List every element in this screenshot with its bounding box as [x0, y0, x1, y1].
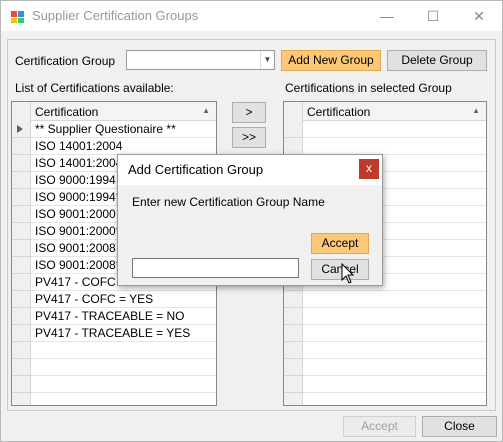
grid-header: Certification ▲: [284, 102, 486, 121]
table-row[interactable]: [31, 393, 216, 405]
table-row[interactable]: [303, 291, 486, 308]
row-header[interactable]: [284, 325, 303, 342]
row-header[interactable]: [12, 206, 31, 223]
table-row[interactable]: PV417 - TRACEABLE = NO: [31, 308, 216, 325]
dialog-cancel-button[interactable]: Cancel: [311, 259, 369, 280]
mouse-pointer-icon: [341, 263, 355, 284]
row-header[interactable]: [284, 121, 303, 138]
table-row[interactable]: [303, 342, 486, 359]
group-name-input[interactable]: [132, 258, 299, 278]
row-header[interactable]: [12, 376, 31, 393]
close-button[interactable]: Close: [422, 416, 497, 437]
column-header-certification[interactable]: Certification: [307, 105, 370, 119]
row-header[interactable]: [12, 359, 31, 376]
accept-button[interactable]: Accept: [343, 416, 416, 437]
app-icon: [11, 11, 24, 23]
row-header[interactable]: [12, 308, 31, 325]
minimize-button[interactable]: —: [364, 1, 410, 31]
row-header[interactable]: [12, 274, 31, 291]
dialog-prompt: Enter new Certification Group Name: [132, 195, 325, 209]
table-row[interactable]: ** Supplier Questionaire **: [31, 121, 216, 138]
window-title: Supplier Certification Groups: [32, 8, 199, 23]
maximize-button[interactable]: ☐: [410, 1, 456, 31]
dialog-close-button[interactable]: x: [359, 159, 379, 179]
table-row[interactable]: [303, 121, 486, 138]
sort-up-icon: ▲: [202, 106, 210, 115]
dialog-accept-button[interactable]: Accept: [311, 233, 369, 254]
table-row[interactable]: [303, 359, 486, 376]
certification-group-combo[interactable]: ▼: [126, 50, 275, 70]
row-header[interactable]: [12, 325, 31, 342]
table-row[interactable]: [31, 376, 216, 393]
window-close-button[interactable]: ✕: [456, 1, 502, 31]
row-header[interactable]: [284, 308, 303, 325]
dialog-title: Add Certification Group: [128, 162, 264, 177]
row-header[interactable]: [12, 240, 31, 257]
table-row[interactable]: [303, 376, 486, 393]
add-new-group-button[interactable]: Add New Group: [281, 50, 381, 71]
current-row-arrow-icon: [17, 125, 23, 133]
chevron-down-icon[interactable]: ▼: [260, 51, 274, 69]
row-header[interactable]: [284, 393, 303, 405]
row-header[interactable]: [12, 155, 31, 172]
row-header[interactable]: [12, 393, 31, 405]
title-bar: Supplier Certification Groups — ☐ ✕: [1, 1, 502, 31]
column-header-certification[interactable]: Certification: [35, 105, 98, 119]
main-window: Supplier Certification Groups — ☐ ✕ Cert…: [0, 0, 503, 442]
table-row[interactable]: ISO 14001:2004: [31, 138, 216, 155]
row-header[interactable]: [284, 342, 303, 359]
grid-corner: [12, 102, 31, 121]
row-header[interactable]: [12, 189, 31, 206]
row-header[interactable]: [12, 257, 31, 274]
row-header[interactable]: [284, 138, 303, 155]
row-header[interactable]: [12, 138, 31, 155]
row-header[interactable]: [12, 223, 31, 240]
row-header[interactable]: [12, 291, 31, 308]
move-all-button[interactable]: >>: [232, 127, 266, 148]
row-header[interactable]: [284, 376, 303, 393]
grid-header: Certification ▲: [12, 102, 216, 121]
row-header[interactable]: [12, 172, 31, 189]
table-row[interactable]: PV417 - COFC = YES: [31, 291, 216, 308]
certification-group-label: Certification Group: [15, 54, 116, 68]
sort-up-icon: ▲: [472, 106, 480, 115]
move-one-button[interactable]: >: [232, 102, 266, 123]
row-header[interactable]: [284, 359, 303, 376]
table-row[interactable]: [31, 359, 216, 376]
row-header[interactable]: [12, 342, 31, 359]
available-list-label: List of Certifications available:: [15, 81, 174, 95]
table-row[interactable]: PV417 - TRACEABLE = YES: [31, 325, 216, 342]
table-row[interactable]: [303, 393, 486, 405]
table-row[interactable]: [303, 325, 486, 342]
row-header[interactable]: [12, 121, 31, 138]
row-header[interactable]: [284, 291, 303, 308]
delete-group-button[interactable]: Delete Group: [387, 50, 487, 71]
grid-corner: [284, 102, 303, 121]
table-row[interactable]: [31, 342, 216, 359]
table-row[interactable]: [303, 308, 486, 325]
selected-list-label: Certifications in selected Group: [285, 81, 452, 95]
dialog-title-bar: Add Certification Group x: [118, 155, 382, 185]
table-row[interactable]: [303, 138, 486, 155]
